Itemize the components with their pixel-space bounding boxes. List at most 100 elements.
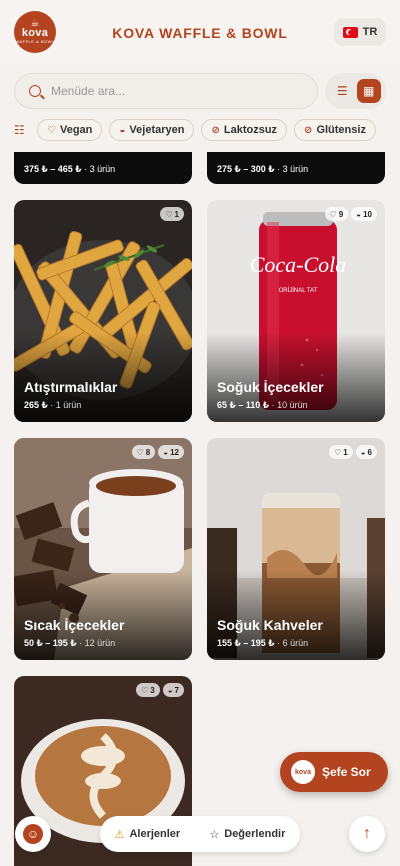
scroll-top-button[interactable]: ↑	[349, 816, 385, 852]
category-count: · 3 ürün	[277, 164, 309, 174]
vegetarian-icon: ◒	[167, 685, 173, 695]
category-meta: 155 ₺ – 195 ₺ · 6 ürün	[217, 638, 308, 649]
vegetarian-icon: ◒	[360, 447, 366, 457]
chef-logo-icon: kova	[290, 759, 316, 785]
star-icon: ☆	[209, 828, 220, 841]
ask-chef-button[interactable]: kova Şefe Sor	[280, 752, 388, 792]
search-input[interactable]: Menüde ara...	[14, 73, 318, 109]
category-price: 50 ₺ – 195 ₺	[24, 638, 77, 648]
grid-view-icon[interactable]: ▦	[356, 79, 381, 103]
vegan-count-badge: ♡ 1	[329, 445, 353, 459]
chip-label: Vegan	[59, 124, 93, 136]
chip-label: Laktozsuz	[223, 124, 278, 136]
vegan-count-badge: ♡ 1	[160, 207, 184, 221]
chip-label: Glütensiz	[316, 124, 366, 136]
vegetarian-count-badge: ◒ 7	[162, 683, 184, 697]
badge-count: 7	[174, 685, 179, 695]
vegan-icon: ♡	[141, 685, 149, 695]
category-meta: 265 ₺ · 1 ürün	[24, 400, 81, 411]
filter-chip-vegan[interactable]: ♡ Vegan	[37, 119, 103, 141]
badge-count: 3	[150, 685, 155, 695]
vegetarian-count-badge: ◒ 10	[351, 207, 377, 221]
badge-count: 1	[174, 209, 179, 219]
accessibility-icon: ☺	[23, 824, 43, 844]
turkey-flag-icon	[342, 26, 358, 38]
review-label: Değerlendir	[224, 828, 286, 840]
filter-chip-lactose-free[interactable]: ⊘ Laktozsuz	[201, 119, 288, 141]
search-row: Menüde ara... ☰ ▦	[14, 73, 386, 109]
category-name: Sıcak İçecekler	[24, 617, 125, 633]
badge-count: 10	[363, 209, 372, 219]
category-count: · 3 ürün	[84, 164, 116, 174]
list-view-icon[interactable]: ☰	[330, 79, 354, 103]
category-price: 375 ₺ – 465 ₺	[24, 164, 82, 174]
vegan-count-badge: ♡ 8	[131, 445, 156, 459]
logo-subtext: WAFFLE & BOWL	[15, 39, 55, 44]
vegan-icon: ♡	[329, 209, 337, 219]
category-price: 265 ₺	[24, 400, 48, 410]
accessibility-button[interactable]: ☺	[15, 816, 51, 852]
category-name: Soğuk Kahveler	[217, 617, 323, 633]
filter-bar: ☷ ♡ Vegan ◒ Vejetaryen ⊘ Laktozsuz ⊘ Glütens…	[0, 116, 400, 144]
search-icon	[29, 85, 41, 97]
warning-icon: ⚠	[114, 828, 125, 841]
bottom-actions: ⚠ Alerjenler ☆ Değerlendir	[100, 816, 300, 852]
lactose-free-icon: ⊘	[211, 124, 220, 136]
page-title: KOVA WAFFLE & BOWL	[112, 25, 288, 41]
category-count: · 10 ürün	[271, 400, 308, 410]
language-label: TR	[362, 26, 378, 38]
vegan-icon: ♡	[334, 447, 342, 457]
category-name: Atıştırmalıklar	[24, 379, 118, 395]
chip-label: Vejetaryen	[129, 124, 185, 136]
category-meta: 50 ₺ – 195 ₺ · 12 ürün	[24, 638, 115, 649]
gluten-free-icon: ⊘	[304, 124, 313, 136]
diet-badges: ♡ 9 ◒ 10	[324, 207, 377, 221]
diet-badges: ♡ 1 ◒ 6	[329, 445, 377, 459]
language-button[interactable]: TR	[334, 18, 386, 46]
category-card-partial[interactable]: 275 ₺ – 300 ₺ · 3 ürün	[207, 152, 385, 184]
vegetarian-icon: ◒	[119, 124, 126, 136]
category-card-hot-drinks[interactable]: ♡ 8 ◒ 12 Sıcak İçecekler 50 ₺ – 195 ₺ · 12…	[14, 438, 192, 660]
category-card-partial[interactable]: 375 ₺ – 465 ₺ · 3 ürün	[14, 152, 192, 184]
category-price: 155 ₺ – 195 ₺	[217, 638, 275, 648]
allergens-label: Alerjenler	[129, 828, 181, 840]
filter-chip-gluten-free[interactable]: ⊘ Glütensiz	[294, 119, 376, 141]
badge-count: 8	[145, 447, 151, 457]
view-toggle: ☰ ▦	[325, 73, 386, 109]
category-count: · 6 ürün	[277, 638, 309, 648]
filter-sliders-icon[interactable]: ☷	[14, 123, 30, 137]
category-price: 275 ₺ – 300 ₺	[217, 164, 275, 174]
vegan-icon: ♡	[47, 124, 56, 136]
vegetarian-icon: ◒	[356, 209, 362, 219]
vegan-icon: ♡	[136, 447, 144, 457]
badge-count: 6	[367, 447, 372, 457]
category-card-cold-coffees[interactable]: ♡ 1 ◒ 6 Soğuk Kahveler 155 ₺ – 195 ₺ · 6 ü…	[207, 438, 385, 660]
category-name: Soğuk İçecekler	[217, 379, 324, 395]
search-placeholder: Menüde ara...	[51, 84, 126, 98]
allergens-button[interactable]: ⚠ Alerjenler	[115, 828, 181, 841]
category-card-snacks[interactable]: ♡ 1 Atıştırmalıklar 265 ₺ · 1 ürün	[14, 200, 192, 422]
category-count: · 1 ürün	[50, 400, 82, 410]
logo-text: kova	[21, 27, 49, 39]
category-meta: 275 ₺ – 300 ₺ · 3 ürün	[217, 164, 308, 175]
badge-count: 9	[338, 209, 344, 219]
vegetarian-count-badge: ◒ 12	[158, 445, 184, 459]
ask-chef-label: Şefe Sor	[322, 765, 371, 779]
category-card-cold-drinks[interactable]: Coca-Cola ORİJİNAL TAT ♡ 9 ◒ 10 Soğuk İçec…	[207, 200, 385, 422]
badge-count: 1	[343, 447, 348, 457]
filter-chip-vegetarian[interactable]: ◒ Vejetaryen	[109, 119, 195, 141]
brand-logo[interactable]: ☕ kova WAFFLE & BOWL	[14, 11, 56, 53]
bottom-bar: ☺ ⚠ Alerjenler ☆ Değerlendir ↑	[0, 810, 400, 866]
category-meta: 65 ₺ – 110 ₺ · 10 ürün	[217, 400, 308, 411]
category-count: · 12 ürün	[79, 638, 116, 648]
app-header: ☕ kova WAFFLE & BOWL KOVA WAFFLE & BOWL …	[0, 0, 400, 66]
review-button[interactable]: ☆ Değerlendir	[209, 828, 285, 841]
vegan-icon: ♡	[165, 209, 173, 219]
category-meta: 375 ₺ – 465 ₺ · 3 ürün	[24, 164, 115, 175]
vegetarian-count-badge: ◒ 6	[355, 445, 377, 459]
vegetarian-icon: ◒	[163, 447, 169, 457]
diet-badges: ♡ 1	[160, 207, 184, 221]
diet-badges: ♡ 8 ◒ 12	[131, 445, 184, 459]
category-price: 65 ₺ – 110 ₺	[217, 400, 270, 410]
vegan-count-badge: ♡ 3	[136, 683, 160, 697]
